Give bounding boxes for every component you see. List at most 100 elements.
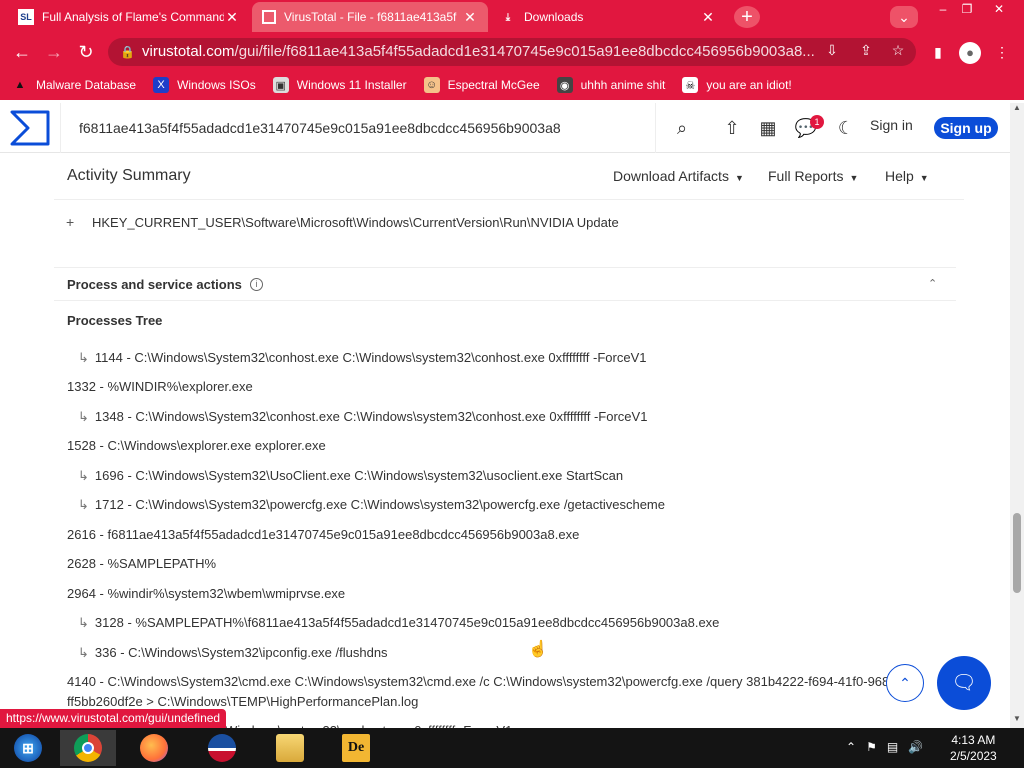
tray-chevron-icon[interactable]: ⌃ xyxy=(846,740,856,754)
taskbar-obama-app[interactable] xyxy=(194,730,250,766)
process-row[interactable]: ↳ 3128 - %SAMPLEPATH%\f6811ae413a5f4f55ad… xyxy=(78,615,719,631)
x-icon: X xyxy=(153,77,170,93)
dark-mode-moon-icon[interactable]: ☾ xyxy=(834,116,858,140)
lock-icon: 🔒 xyxy=(120,45,135,59)
bookmark-espectral-mcgee[interactable]: ☺ Espectral McGee xyxy=(423,77,540,93)
upload-icon[interactable]: ⇧ xyxy=(720,116,744,140)
taskbar-file-explorer[interactable] xyxy=(262,730,318,766)
process-text: 1332 - %WINDIR%\explorer.exe xyxy=(67,379,253,394)
chevron-up-icon[interactable]: ⌃ xyxy=(928,277,937,290)
process-text: 2616 - f6811ae413a5f4f55adadcd1e31470745… xyxy=(67,527,580,542)
scroll-up-icon[interactable]: ▲ xyxy=(1010,103,1024,117)
registry-key-row[interactable]: + HKEY_CURRENT_USER\Software\Microsoft\Wi… xyxy=(66,214,619,230)
address-bar[interactable]: 🔒 virustotal.com/gui/file/f6811ae413a5f4f… xyxy=(108,38,916,66)
sign-up-button[interactable]: Sign up xyxy=(934,117,998,139)
scroll-to-top-button[interactable]: ⌃ xyxy=(886,664,924,702)
process-row[interactable]: 2628 - %SAMPLEPATH% xyxy=(67,556,216,571)
vt-header: f6811ae413a5f4f55adadcd1e31470745e9c015a… xyxy=(0,103,1010,153)
chrome-icon xyxy=(74,734,102,762)
install-app-icon[interactable]: ⇩ xyxy=(822,40,842,60)
profile-avatar-icon[interactable]: ● xyxy=(958,40,982,64)
process-text: 4140 - C:\Windows\System32\cmd.exe C:\Wi… xyxy=(67,674,890,689)
close-icon[interactable]: ✕ xyxy=(224,9,240,26)
child-arrow-icon: ↳ xyxy=(78,645,89,660)
forward-arrow-icon[interactable]: → xyxy=(42,40,66,64)
bookmark-label: uhhh anime shit xyxy=(580,78,666,92)
sign-in-link[interactable]: Sign in xyxy=(870,117,913,133)
bookmark-anime[interactable]: ◉ uhhh anime shit xyxy=(556,77,666,93)
process-text: 1144 - C:\Windows\System32\conhost.exe C… xyxy=(94,350,647,365)
caret-down-icon: ▼ xyxy=(849,173,859,183)
bookmark-you-are-an-idiot[interactable]: ☠ you are an idiot! xyxy=(682,77,792,93)
search-input[interactable]: f6811ae413a5f4f55adadcd1e31470745e9c015a… xyxy=(60,103,656,153)
scrollbar-thumb[interactable] xyxy=(1013,513,1021,593)
kebab-menu-icon[interactable]: ⋮ xyxy=(990,40,1014,64)
tab-virustotal[interactable]: VirusTotal - File - f6811ae413a5f ✕ xyxy=(252,2,488,32)
help-menu[interactable]: Help ▼ xyxy=(885,168,929,184)
flag-icon[interactable]: ⚑ xyxy=(866,740,877,754)
new-tab-button[interactable]: + xyxy=(734,6,760,28)
search-icon[interactable]: ⌕ xyxy=(670,116,694,140)
close-icon[interactable]: ✕ xyxy=(462,9,478,26)
process-actions-section-header[interactable]: Process and service actions i ⌃ xyxy=(54,267,956,301)
tab-downloads[interactable]: ⤓ Downloads ✕ xyxy=(490,2,726,32)
browser-titlebar: SL Full Analysis of Flame's Command ✕ Vi… xyxy=(0,0,1024,34)
window-close-icon[interactable]: ✕ xyxy=(984,0,1014,18)
bookmark-label: Malware Database xyxy=(36,78,137,92)
section-title: Process and service actions xyxy=(67,277,242,292)
process-row[interactable]: ↳ 1144 - C:\Windows\System32\conhost.exe … xyxy=(78,350,646,366)
process-text: 2964 - %windir%\system32\wbem\wmiprvse.e… xyxy=(67,586,346,601)
scroll-down-icon[interactable]: ▼ xyxy=(1010,714,1024,728)
process-row[interactable]: ↳ 1348 - C:\Windows\System32\conhost.exe … xyxy=(78,409,647,425)
volume-icon[interactable]: 🔊 xyxy=(908,740,923,754)
bookmark-label: Windows ISOs xyxy=(177,78,256,92)
process-row[interactable]: ff5bb260df2e > C:\Windows\TEMP\HighPerfo… xyxy=(67,694,418,709)
process-row[interactable]: 4140 - C:\Windows\System32\cmd.exe C:\Wi… xyxy=(67,674,889,689)
status-bar-url: https://www.virustotal.com/gui/undefined xyxy=(0,709,227,728)
process-row[interactable]: 2616 - f6811ae413a5f4f55adadcd1e31470745… xyxy=(67,527,579,542)
full-reports-menu[interactable]: Full Reports ▼ xyxy=(768,168,858,184)
sl-favicon-icon: SL xyxy=(18,9,34,25)
bookmark-windows-isos[interactable]: X Windows ISOs xyxy=(153,77,256,93)
download-artifacts-menu[interactable]: Download Artifacts ▼ xyxy=(613,168,744,184)
taskbar-de-app[interactable]: De xyxy=(328,730,384,766)
close-icon[interactable]: ✕ xyxy=(700,9,716,26)
tab-title: Downloads xyxy=(524,10,584,24)
reload-icon[interactable]: ↻ xyxy=(74,40,98,64)
apps-grid-icon[interactable]: ▦ xyxy=(756,116,780,140)
side-panel-icon[interactable]: ▮ xyxy=(926,40,950,64)
chat-button[interactable]: 🗨 xyxy=(937,656,991,710)
process-row[interactable]: ↳ 1696 - C:\Windows\System32\UsoClient.ex… xyxy=(78,468,623,484)
taskbar-clock[interactable]: 4:13 AM 2/5/2023 xyxy=(950,732,997,764)
bookmark-label: Espectral McGee xyxy=(447,78,540,92)
taskbar-chrome[interactable] xyxy=(60,730,116,766)
bookmark-malware-database[interactable]: ▲ Malware Database xyxy=(12,77,137,93)
network-icon[interactable]: ▤ xyxy=(887,740,898,754)
start-button[interactable]: ⊞ xyxy=(0,730,56,766)
bookmark-windows-11-installer[interactable]: ▣ Windows 11 Installer xyxy=(272,77,407,93)
virustotal-logo-icon[interactable] xyxy=(10,110,50,146)
info-icon[interactable]: i xyxy=(250,278,263,291)
process-text: 1348 - C:\Windows\System32\conhost.exe C… xyxy=(94,409,648,424)
taskbar-firefox[interactable] xyxy=(126,730,182,766)
menu-label: Help xyxy=(885,168,914,184)
download-icon: ⤓ xyxy=(505,11,511,23)
process-row[interactable]: ↳ 1712 - C:\Windows\System32\powercfg.exe… xyxy=(78,497,665,513)
page-scrollbar[interactable]: ▲ ▼ xyxy=(1010,103,1024,728)
bookmark-label: Windows 11 Installer xyxy=(296,78,407,92)
process-text: ff5bb260df2e > C:\Windows\TEMP\HighPerfo… xyxy=(67,694,419,709)
restore-icon[interactable]: ❐ xyxy=(952,0,982,18)
process-row[interactable]: 1332 - %WINDIR%\explorer.exe xyxy=(67,379,253,394)
process-row[interactable]: ↳ 336 - C:\Windows\System32\ipconfig.exe … xyxy=(78,645,388,661)
windows-taskbar: ⊞ De ⌃ ⚑ ▤ 🔊 4:13 AM 2/5/2023 xyxy=(0,728,1024,768)
bookmarks-bar: ▲ Malware Database X Windows ISOs ▣ Wind… xyxy=(0,70,1024,100)
tab-search-chevron-icon[interactable]: ⌄ xyxy=(890,6,918,28)
back-arrow-icon[interactable]: ← xyxy=(10,40,34,64)
share-icon[interactable]: ⇪ xyxy=(856,40,876,60)
de-app-icon: De xyxy=(342,734,370,762)
bookmark-star-icon[interactable]: ☆ xyxy=(888,40,908,60)
process-row[interactable]: 2964 - %windir%\system32\wbem\wmiprvse.e… xyxy=(67,586,345,601)
process-row[interactable]: 1528 - C:\Windows\explorer.exe explorer.… xyxy=(67,438,326,453)
tab-flame-analysis[interactable]: SL Full Analysis of Flame's Command ✕ xyxy=(8,2,250,32)
expand-plus-icon[interactable]: + xyxy=(66,214,92,230)
